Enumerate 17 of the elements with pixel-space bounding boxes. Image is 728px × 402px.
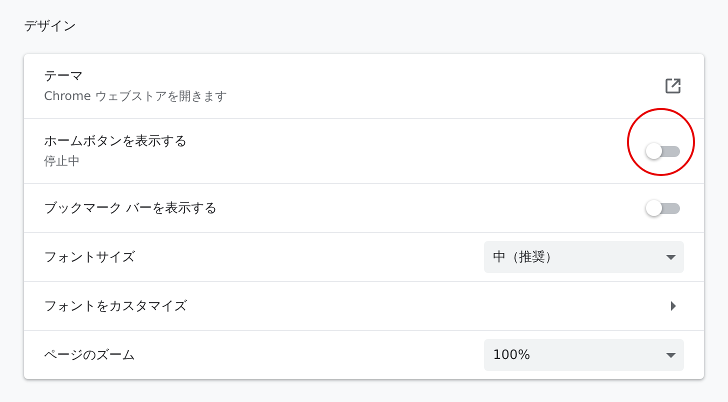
setting-label: ページのズーム: [44, 347, 136, 364]
dropdown-arrow-icon: [666, 352, 676, 358]
setting-label: テーマ: [44, 68, 84, 85]
arrow-right-icon[interactable]: [671, 301, 676, 311]
setting-label: ホームボタンを表示する: [44, 133, 188, 150]
external-link-icon[interactable]: [664, 77, 682, 95]
dropdown-arrow-icon: [666, 254, 676, 260]
section-title: デザイン: [24, 18, 77, 36]
toggle-switch[interactable]: [646, 143, 680, 159]
setting-description: Chrome ウェブストアを開きます: [44, 88, 228, 105]
setting-description: 停止中: [44, 153, 81, 170]
setting-label: ブックマーク バーを表示する: [44, 200, 218, 217]
setting-label: フォントサイズ: [44, 249, 136, 266]
dropdown[interactable]: 100%: [484, 339, 684, 371]
toggle-switch[interactable]: [646, 200, 680, 216]
setting-label: フォントをカスタマイズ: [44, 298, 188, 315]
dropdown[interactable]: 中（推奨）: [484, 241, 684, 273]
